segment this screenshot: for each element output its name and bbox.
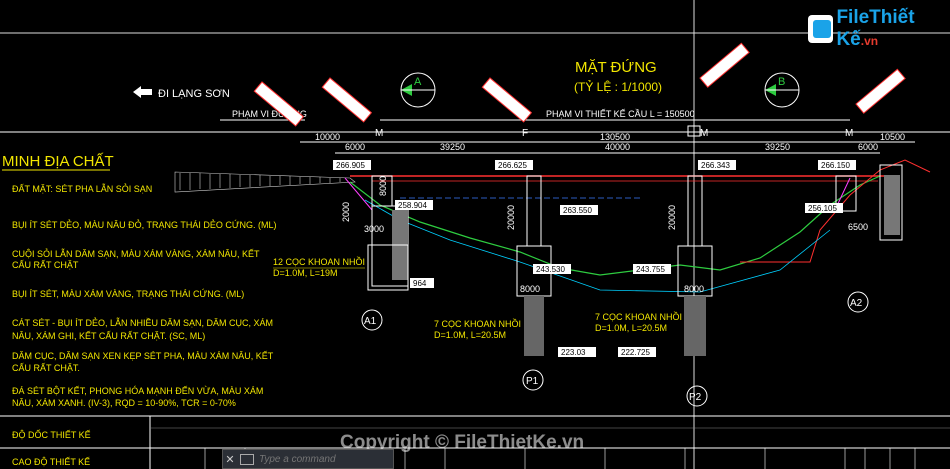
pile-2-spec: D=1.0M, L=20.5M [595, 323, 667, 333]
close-icon[interactable]: ✕ [223, 453, 237, 466]
vdim-5: 8000 [520, 284, 540, 294]
direction-label: ĐI LẠNG SƠN [158, 88, 230, 100]
logo-text: FileThiết Kế.vn [836, 7, 950, 51]
elev-8: 243.755 [636, 265, 665, 274]
elev-7: 243.530 [536, 265, 565, 274]
logo-icon [808, 15, 834, 43]
soil-layer-6: NÂU, XÁM GHI, KẾT CẤU RẤT CHẶT. (SC, ML) [12, 331, 205, 341]
soil-layer-0: ĐẤT MẶT: SÉT PHA LẪN SỎI SẠN [12, 183, 152, 194]
mark-3: M [845, 128, 853, 139]
mark-2: M [700, 128, 708, 139]
section-a-label: A [414, 76, 422, 88]
drawing-title: MẶT ĐỨNG [575, 59, 657, 76]
soil-layer-4: BỤI ÍT SÉT, MÀU XÁM VÀNG, TRẠNG THÁI CỨN… [12, 289, 244, 299]
support-markers [361, 291, 869, 407]
vdim-4: 20000 [667, 205, 677, 230]
command-input[interactable] [257, 452, 393, 466]
vdim-3: 20000 [506, 205, 516, 230]
pile-1-label: 7 CỌC KHOAN NHỒI [434, 318, 521, 329]
support-a2: A2 [850, 298, 863, 309]
vertical-dims: 8000 2000 3000 20000 20000 8000 8000 650… [341, 176, 868, 294]
soil-layer-8: CẤU RẤT CHẶT. [12, 363, 80, 373]
range-bridge-label: PHẠM VI THIẾT KẾ CẦU L = 150500 [546, 109, 695, 119]
support-p2: P2 [689, 392, 702, 403]
dim-top-1: 130500 [600, 132, 630, 142]
command-line[interactable]: ✕ [222, 449, 394, 469]
soil-layer-9: ĐÁ SÉT BỘT KẾT, PHONG HÓA MẠNH ĐẾN VỪA, … [12, 386, 263, 396]
command-history-icon[interactable] [240, 453, 254, 465]
vdim-0: 8000 [378, 176, 388, 196]
dim-second-4: 6000 [858, 142, 878, 152]
cad-canvas[interactable]: MẶT ĐỨNG (TỶ LỆ : 1/1000) ĐI LẠNG SƠN PH… [0, 0, 950, 469]
pile-0-label: 12 CỌC KHOAN NHỒI [273, 256, 365, 267]
pile-labels: 12 CỌC KHOAN NHỒI D=1.0M, L=19M 7 CỌC KH… [273, 256, 682, 340]
dim-second-3: 39250 [765, 142, 790, 152]
support-a1: A1 [364, 316, 377, 327]
drawing-scale: (TỶ LỆ : 1/1000) [574, 79, 662, 94]
elev-3: 266.150 [821, 161, 850, 170]
soil-layer-3: CẤU RẤT CHẶT [12, 260, 79, 270]
vdim-1: 2000 [341, 202, 351, 222]
elev-bottom-0: 223.03 [561, 348, 586, 357]
section-b-label: B [778, 76, 785, 88]
soil-layer-2: CUỘI SỎI LẪN DĂM SẠN, MÀU XÁM VÀNG, XÁM … [12, 248, 260, 259]
dim-top-2: 10500 [880, 132, 905, 142]
elev-0: 266.905 [336, 161, 365, 170]
soil-layer-5: CÁT SÉT - BỤI ÍT DẺO, LẪN NHIỀU DĂM SẠN,… [12, 317, 273, 328]
table-row-1: CAO ĐỘ THIẾT KẾ [12, 457, 90, 467]
pile-2-label: 7 CỌC KHOAN NHỒI [595, 311, 682, 322]
elevation-labels: 266.905 266.625 266.343 266.150 258.904 … [336, 161, 850, 357]
dim-top-0: 10000 [315, 132, 340, 142]
elev-4: 258.904 [398, 201, 427, 210]
vdim-2: 3000 [364, 224, 384, 234]
pier-p2 [677, 175, 713, 356]
pile-0-spec: D=1.0M, L=19M [273, 268, 338, 278]
logo-word-1: File [836, 7, 870, 28]
elev-6: 263.550 [563, 206, 592, 215]
ground-profile [349, 175, 881, 276]
dim-second-2: 40000 [605, 142, 630, 152]
soil-layer-1: BỤI ÍT SÉT DẺO, MÀU NÂU ĐỎ, TRẠNG THÁI D… [12, 219, 277, 230]
elev-2: 266.343 [701, 161, 730, 170]
geology-title: MINH ĐỊA CHẤT [2, 153, 114, 170]
dim-second-1: 39250 [440, 142, 465, 152]
elev-bottom-1: 222.725 [621, 348, 650, 357]
site-logo: FileThiết Kế.vn [808, 7, 950, 50]
soil-layer-7: DĂM CỤC, DĂM SẠN XEN KẸP SÉT PHA, MÀU XÁ… [12, 351, 274, 361]
dim-second-0: 6000 [345, 142, 365, 152]
mark-0: M [375, 128, 383, 139]
soil-layer-10: NÂU, XÁM XANH. (IV-3), RQD = 10-90%, TCR… [12, 398, 236, 408]
vdim-6: 8000 [684, 284, 704, 294]
pile-1-spec: D=1.0M, L=20.5M [434, 330, 506, 340]
drawing-svg: MẶT ĐỨNG (TỶ LỆ : 1/1000) ĐI LẠNG SƠN PH… [0, 0, 950, 469]
soil-legend: ĐẤT MẶT: SÉT PHA LẪN SỎI SẠN BỤI ÍT SÉT … [12, 183, 277, 408]
terrain-hatch [174, 171, 356, 193]
elev-misc-0: 964 [413, 279, 427, 288]
logo-suffix: .vn [860, 34, 879, 48]
elev-5: 256.105 [808, 204, 837, 213]
table-row-0: ĐỘ DỐC THIẾT KẾ [12, 429, 91, 440]
mark-1: F [522, 128, 528, 139]
elev-1: 266.625 [498, 161, 527, 170]
vdim-7: 6500 [848, 222, 868, 232]
left-arrow-icon [133, 86, 152, 98]
support-p1: P1 [526, 376, 539, 387]
